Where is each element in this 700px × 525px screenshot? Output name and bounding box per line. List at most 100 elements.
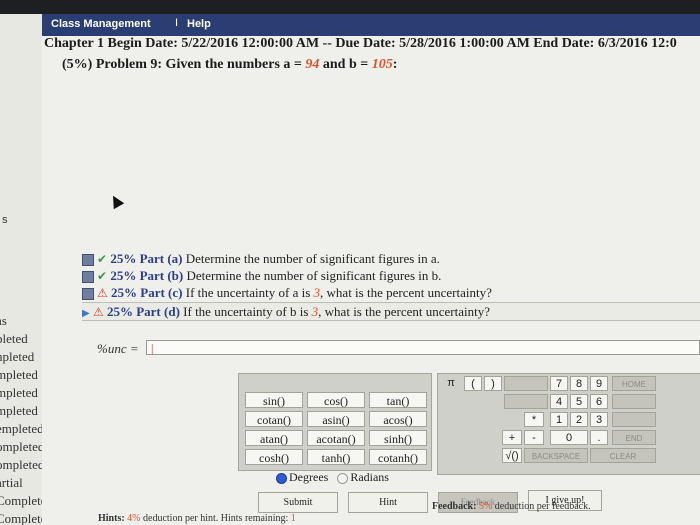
digit-5-button[interactable]: 5 [570, 394, 588, 409]
feedback-text: deduction per feedback. [494, 501, 591, 512]
digit-2-button[interactable]: 2 [570, 412, 588, 427]
warning-icon: ⚠ [92, 305, 104, 319]
hints-text: deduction per hint. Hints remaining: [143, 513, 289, 524]
plus-button[interactable]: + [502, 430, 522, 445]
sidebar-status-item[interactable]: as [0, 312, 42, 330]
part-b[interactable]: ✔ 25% Part (b) Determine the number of s… [82, 267, 441, 284]
menu-separator: I [175, 17, 179, 29]
left-sidebar: s as pleted npleted mpleted mpleted mple… [0, 14, 43, 525]
sidebar-status-item[interactable]: Completed [0, 510, 42, 525]
cosh-button[interactable]: cosh() [245, 449, 303, 465]
end-button[interactable]: END [612, 430, 656, 445]
problem-mid: and b = [319, 57, 372, 72]
check-icon: ✔ [97, 252, 108, 266]
sin-button[interactable]: sin() [245, 392, 303, 408]
part-c[interactable]: ⚠ 25% Part (c) If the uncertainty of a i… [82, 284, 492, 301]
hints-label: Hints: [98, 513, 125, 524]
sidebar-status-item[interactable]: pleted [0, 330, 42, 348]
sidebar-status-item[interactable]: Completed [0, 492, 42, 510]
backspace-button[interactable]: BACKSPACE [524, 448, 588, 463]
cos-button[interactable]: cos() [307, 392, 365, 408]
part-a[interactable]: ✔ 25% Part (a) Determine the number of s… [82, 250, 440, 267]
variable-a: 94 [305, 57, 320, 72]
submit-button[interactable]: Submit [258, 492, 338, 513]
sidebar-status-item[interactable]: empleted [0, 420, 42, 438]
asin-button[interactable]: asin() [307, 411, 365, 427]
warning-icon: ⚠ [97, 286, 108, 300]
sinh-button[interactable]: sinh() [369, 430, 427, 446]
blank-key [504, 394, 548, 409]
hints-remaining: 1 [290, 513, 296, 524]
part-b-label: 25% Part (b) [110, 268, 184, 283]
digit-8-button[interactable]: 8 [570, 376, 588, 391]
part-d[interactable]: ▶ ⚠ 25% Part (d) If the uncertainty of b… [82, 302, 700, 321]
hints-pct: 4% [127, 513, 141, 524]
expand-icon[interactable] [82, 271, 94, 284]
degrees-label: Degrees [289, 470, 329, 484]
sidebar-status-item[interactable]: artial [0, 474, 42, 492]
blank-key [612, 412, 656, 427]
radians-radio[interactable] [337, 472, 349, 484]
radians-label: Radians [350, 470, 389, 484]
lparen-button[interactable]: ( [464, 376, 482, 391]
expand-icon[interactable] [82, 254, 94, 267]
menu-bar: Class Management I Help [42, 14, 700, 36]
screen-bezel [0, 0, 700, 14]
dot-button[interactable]: . [590, 430, 608, 445]
variable-b: 105 [371, 57, 393, 72]
digit-1-button[interactable]: 1 [550, 412, 568, 427]
part-c-label: 25% Part (c) [111, 285, 183, 300]
sidebar-status-item[interactable]: mpleted [0, 402, 42, 420]
cotanh-button[interactable]: cotanh() [369, 449, 427, 465]
part-c-text-after: , what is the percent uncertainty? [320, 285, 492, 300]
menu-help[interactable]: Help [187, 18, 211, 30]
part-c-text-before: If the uncertainty of a is [185, 285, 314, 300]
acotan-button[interactable]: acotan() [307, 430, 365, 446]
acos-button[interactable]: acos() [369, 411, 427, 427]
part-a-label: 25% Part (a) [110, 251, 183, 266]
part-d-label: 25% Part (d) [106, 304, 180, 319]
atan-button[interactable]: atan() [245, 430, 303, 446]
problem-prefix: (5%) Problem 9: Given the numbers a = [62, 57, 306, 72]
pi-button[interactable]: π [442, 376, 460, 391]
main-panel: Class Management I Help Chapter 1 Begin … [42, 14, 700, 525]
sidebar-status-item[interactable]: ompleted [0, 438, 42, 456]
digit-4-button[interactable]: 4 [550, 394, 568, 409]
sidebar-status-list: as pleted npleted mpleted mpleted mplete… [0, 312, 42, 525]
function-panel: sin() cos() tan() cotan() asin() acos() … [238, 373, 432, 471]
chapter-dates: Chapter 1 Begin Date: 5/22/2016 12:00:00… [44, 36, 677, 51]
minus-button[interactable]: - [524, 430, 544, 445]
degrees-radio[interactable] [276, 472, 287, 484]
digit-6-button[interactable]: 6 [590, 394, 608, 409]
sidebar-status-item[interactable]: mpleted [0, 384, 42, 402]
check-icon: ✔ [97, 269, 108, 283]
home-button[interactable]: HOME [612, 376, 656, 391]
part-a-text: Determine the number of significant figu… [185, 251, 440, 266]
digit-9-button[interactable]: 9 [590, 376, 608, 391]
cotan-button[interactable]: cotan() [245, 411, 303, 427]
sqrt-button[interactable]: √() [502, 448, 522, 463]
part-d-text-after: , what is the percent uncertainty? [318, 304, 490, 319]
problem-statement: (5%) Problem 9: Given the numbers a = 94… [62, 57, 397, 73]
digit-3-button[interactable]: 3 [590, 412, 608, 427]
digit-7-button[interactable]: 7 [550, 376, 568, 391]
menu-class-management[interactable]: Class Management [51, 18, 151, 30]
rparen-button[interactable]: ) [484, 376, 502, 391]
part-d-text-before: If the uncertainty of b is [183, 304, 312, 319]
digit-0-button[interactable]: 0 [550, 430, 588, 445]
tan-button[interactable]: tan() [369, 392, 427, 408]
sidebar-fragment: s [2, 214, 8, 226]
sidebar-status-item[interactable]: mpleted [0, 366, 42, 384]
feedback-pct: 5% [478, 501, 493, 512]
answer-input[interactable]: | [146, 340, 700, 355]
clear-button[interactable]: CLEAR [590, 448, 656, 463]
hint-button[interactable]: Hint [348, 492, 428, 513]
blank-key [612, 394, 656, 409]
mouse-cursor-icon [107, 192, 125, 210]
sidebar-status-item[interactable]: npleted [0, 348, 42, 366]
sidebar-status-item[interactable]: ompleted [0, 456, 42, 474]
current-part-arrow-icon: ▶ [82, 308, 90, 319]
tanh-button[interactable]: tanh() [307, 449, 365, 465]
times-button[interactable]: * [524, 412, 544, 427]
expand-icon[interactable] [82, 288, 94, 301]
